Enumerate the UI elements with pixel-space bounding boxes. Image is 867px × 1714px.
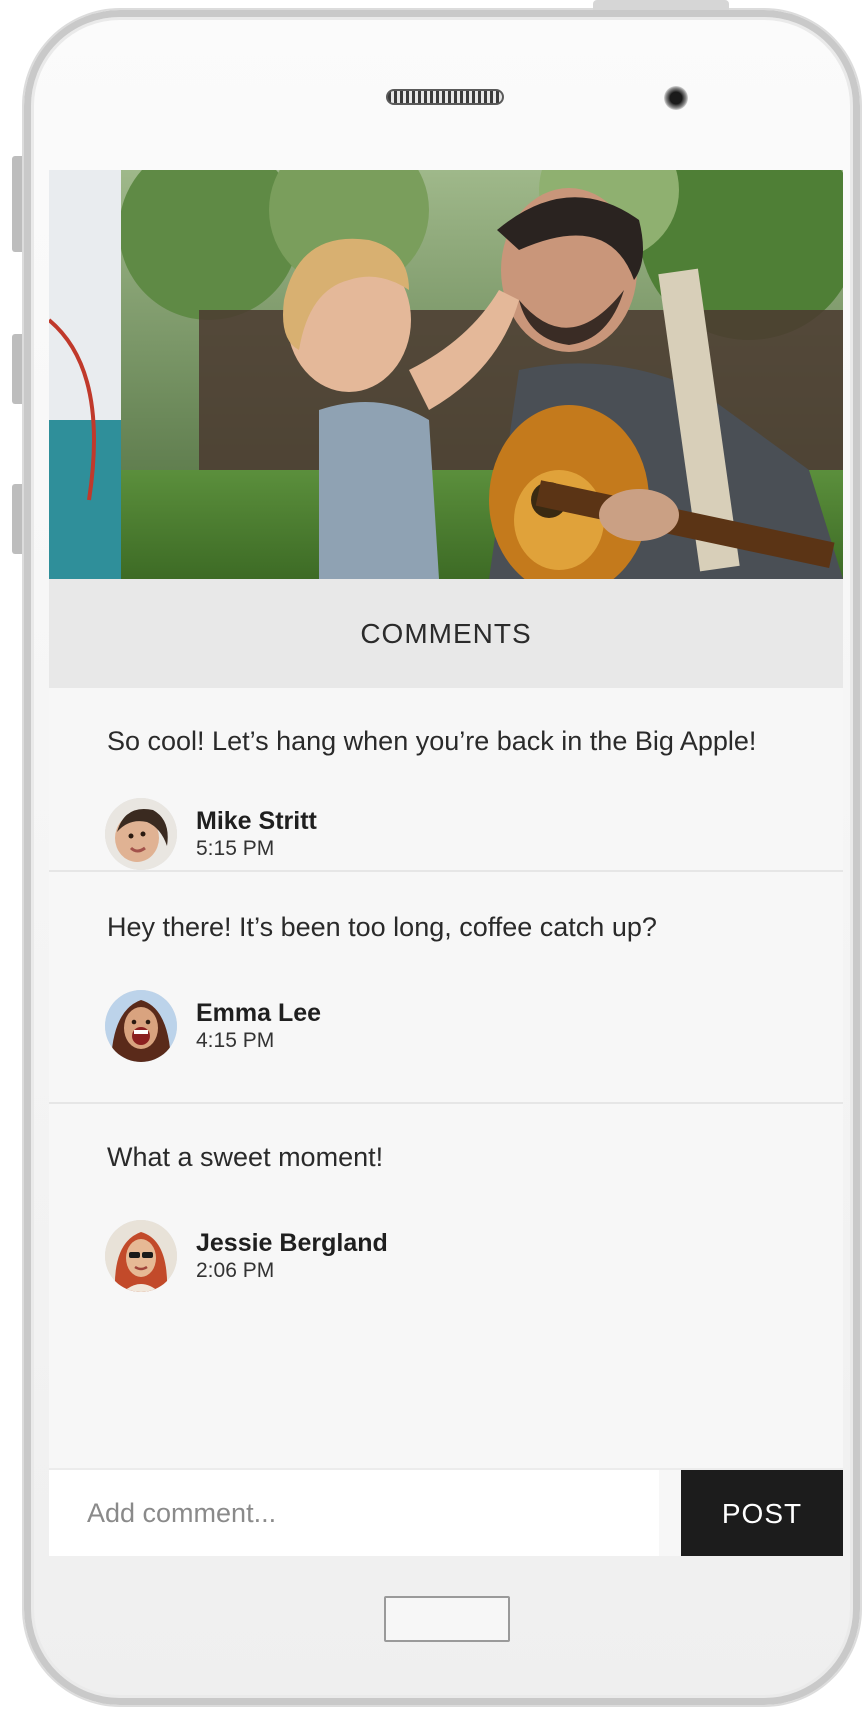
side-button-lower (12, 484, 22, 554)
author-name[interactable]: Jessie Bergland (196, 1228, 388, 1258)
add-comment-input[interactable] (49, 1470, 659, 1556)
avatar[interactable] (105, 1220, 177, 1292)
author-meta: Emma Lee 4:15 PM (196, 998, 321, 1054)
comment-text: Hey there! It’s been too long, coffee ca… (107, 912, 657, 942)
app-screen: COMMENTS So cool! Let’s hang when you’re… (49, 170, 843, 1556)
author-meta: Jessie Bergland 2:06 PM (196, 1228, 388, 1284)
comments-header: COMMENTS (49, 579, 843, 688)
front-camera (664, 86, 688, 110)
speaker-grille (386, 89, 504, 105)
author-name[interactable]: Emma Lee (196, 998, 321, 1028)
comment-item: What a sweet moment! Jessie Bergland 2:0… (49, 1104, 843, 1336)
side-button-middle (12, 334, 22, 404)
comment-text: So cool! Let’s hang when you’re back in … (107, 726, 757, 756)
avatar[interactable] (105, 798, 177, 870)
comment-author[interactable]: Jessie Bergland 2:06 PM (105, 1220, 388, 1292)
avatar-photo-emma (105, 990, 177, 1062)
comment-item: So cool! Let’s hang when you’re back in … (49, 688, 843, 872)
hero-photo (49, 170, 843, 579)
comment-author[interactable]: Mike Stritt 5:15 PM (105, 798, 317, 870)
comment-text: What a sweet moment! (107, 1142, 384, 1172)
comment-author[interactable]: Emma Lee 4:15 PM (105, 990, 321, 1062)
side-button-upper (12, 156, 22, 252)
avatar[interactable] (105, 990, 177, 1062)
comment-composer: POST (49, 1468, 843, 1556)
post-button[interactable]: POST (681, 1470, 843, 1556)
author-meta: Mike Stritt 5:15 PM (196, 806, 317, 862)
avatar-photo-jessie (105, 1220, 177, 1292)
comment-item: Hey there! It’s been too long, coffee ca… (49, 872, 843, 1104)
hero-photo-illustration (49, 170, 843, 579)
comment-timestamp: 2:06 PM (196, 1259, 275, 1282)
avatar-photo-mike (105, 798, 177, 870)
home-button[interactable] (384, 1596, 510, 1642)
comment-timestamp: 5:15 PM (196, 837, 275, 860)
phone-top-edge (593, 0, 729, 10)
author-name[interactable]: Mike Stritt (196, 806, 317, 836)
comment-timestamp: 4:15 PM (196, 1029, 275, 1052)
